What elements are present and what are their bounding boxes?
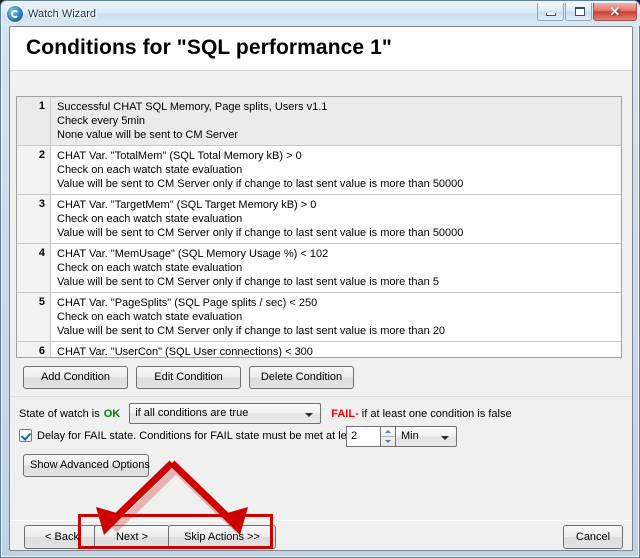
condition-line-2: Check on each watch state evaluation	[57, 213, 243, 225]
condition-description: CHAT Var. "UserCon" (SQL User connection…	[51, 342, 621, 358]
condition-line-2: Check on each watch state evaluation	[57, 164, 243, 176]
condition-line-1: Successful CHAT SQL Memory, Page splits,…	[57, 101, 328, 113]
condition-description: Successful CHAT SQL Memory, Page splits,…	[51, 97, 621, 145]
condition-line-2: Check every 5min	[57, 115, 146, 127]
conditions-logic-value: if all conditions are true	[135, 407, 249, 419]
condition-line-1: CHAT Var. "PageSplits" (SQL Page splits …	[57, 297, 318, 309]
condition-index: 3	[17, 195, 51, 243]
app-globe-icon	[7, 6, 23, 22]
window-title: Watch Wizard	[28, 8, 97, 20]
condition-description: CHAT Var. "TotalMem" (SQL Total Memory k…	[51, 146, 621, 194]
condition-line-1: CHAT Var. "MemUsage" (SQL Memory Usage %…	[57, 248, 329, 260]
condition-index: 6	[17, 342, 51, 357]
condition-row[interactable]: 4 CHAT Var. "MemUsage" (SQL Memory Usage …	[17, 244, 621, 293]
caption-button-group: ✕	[537, 3, 637, 21]
client-area: Conditions for "SQL performance 1" 1 Succ…	[9, 26, 633, 551]
delay-unit-value: Min	[401, 430, 419, 442]
skip-actions-button[interactable]: Skip Actions >>	[168, 525, 276, 549]
conditions-pane: 1 Successful CHAT SQL Memory, Page splits…	[10, 71, 632, 395]
stepper-down-icon[interactable]	[381, 437, 395, 446]
condition-line-1: CHAT Var. "TotalMem" (SQL Total Memory k…	[57, 150, 302, 162]
condition-line-2: Check on each watch state evaluation	[57, 311, 243, 323]
condition-description: CHAT Var. "PageSplits" (SQL Page splits …	[51, 293, 621, 341]
condition-row[interactable]: 3 CHAT Var. "TargetMem" (SQL Target Memor…	[17, 195, 621, 244]
screenshot-root: Watch Wizard ✕ Conditions for "SQL perfo…	[0, 0, 640, 558]
delay-fail-checkbox[interactable]	[19, 429, 32, 442]
condition-line-2: Check on each watch state evaluation	[57, 262, 243, 274]
show-advanced-options-button[interactable]: Show Advanced Options	[23, 454, 150, 477]
watch-state-row: State of watch is OK if all conditions a…	[19, 403, 512, 424]
condition-description: CHAT Var. "TargetMem" (SQL Target Memory…	[51, 195, 621, 243]
condition-line-3: Value will be sent to CM Server only if …	[57, 325, 446, 337]
condition-button-group: Add Condition Edit Condition Delete Cond…	[23, 366, 354, 389]
condition-line-1: CHAT Var. "UserCon" (SQL User connection…	[57, 346, 313, 358]
edit-condition-button[interactable]: Edit Condition	[136, 366, 241, 389]
condition-index: 4	[17, 244, 51, 292]
condition-line-3: None value will be sent to CM Server	[57, 129, 238, 141]
delay-fail-label: Delay for FAIL state. Conditions for FAI…	[37, 429, 362, 442]
condition-line-1: CHAT Var. "TargetMem" (SQL Target Memory…	[57, 199, 317, 211]
stepper-arrows[interactable]	[380, 426, 396, 447]
condition-description: CHAT Var. "MemUsage" (SQL Memory Usage %…	[51, 244, 621, 292]
next-button[interactable]: Next >	[94, 525, 170, 549]
chevron-down-icon	[305, 413, 314, 417]
condition-row[interactable]: 6 CHAT Var. "UserCon" (SQL User connectio…	[17, 342, 621, 358]
delay-fail-row: Delay for FAIL state. Conditions for FAI…	[19, 429, 361, 442]
condition-line-3: Value will be sent to CM Server only if …	[57, 178, 464, 190]
condition-line-3: Value will be sent to CM Server only if …	[57, 276, 439, 288]
delete-condition-button[interactable]: Delete Condition	[249, 366, 354, 389]
stepper-up-icon[interactable]	[381, 427, 395, 437]
state-ok-label: OK	[103, 407, 121, 420]
condition-line-3: Value will be sent to CM Server only if …	[57, 227, 464, 239]
close-icon: ✕	[609, 4, 621, 19]
conditions-logic-combobox[interactable]: if all conditions are true	[129, 403, 322, 424]
state-fail-suffix-label: - if at least one condition is false	[355, 407, 512, 420]
maximize-button[interactable]	[565, 3, 592, 21]
state-prefix-label: State of watch is	[19, 407, 100, 420]
condition-row[interactable]: 2 CHAT Var. "TotalMem" (SQL Total Memory …	[17, 146, 621, 195]
condition-row[interactable]: 5 CHAT Var. "PageSplits" (SQL Page splits…	[17, 293, 621, 342]
cancel-button[interactable]: Cancel	[563, 525, 623, 549]
page-title: Conditions for "SQL performance 1"	[26, 36, 392, 59]
maximize-icon	[575, 7, 585, 16]
minimize-icon	[546, 13, 556, 16]
conditions-list[interactable]: 1 Successful CHAT SQL Memory, Page splits…	[16, 96, 622, 358]
condition-index: 5	[17, 293, 51, 341]
delay-unit-combobox[interactable]: Min	[395, 426, 457, 447]
add-condition-button[interactable]: Add Condition	[23, 366, 128, 389]
condition-index: 2	[17, 146, 51, 194]
wizard-footer: < Back Next > Skip Actions >> Cancel	[10, 521, 632, 550]
delay-amount-stepper[interactable]: 2	[346, 426, 396, 447]
back-button[interactable]: < Back	[24, 525, 100, 549]
title-bar[interactable]: Watch Wizard ✕	[2, 2, 640, 26]
minimize-button[interactable]	[537, 3, 564, 21]
chevron-down-icon	[441, 436, 449, 440]
condition-row[interactable]: 1 Successful CHAT SQL Memory, Page splits…	[17, 97, 621, 146]
delay-amount-input[interactable]: 2	[346, 426, 380, 447]
header-band: Conditions for "SQL performance 1"	[10, 27, 632, 71]
close-button[interactable]: ✕	[593, 3, 637, 21]
state-fail-label: FAIL	[331, 407, 356, 420]
condition-index: 1	[17, 97, 51, 145]
window-frame: Watch Wizard ✕ Conditions for "SQL perfo…	[0, 0, 640, 558]
